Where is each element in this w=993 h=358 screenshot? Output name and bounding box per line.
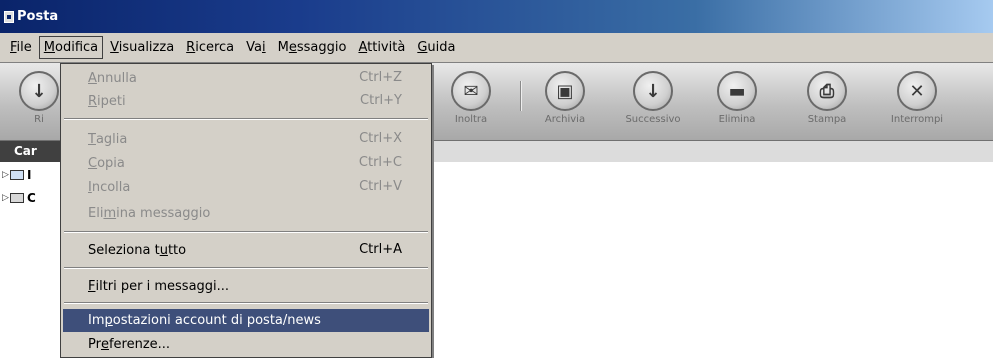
local-folders-icon	[10, 193, 24, 203]
shortcut-label: Ctrl+C	[358, 155, 402, 170]
menu-ricerca[interactable]: Ricerca	[181, 36, 239, 59]
menu-item-copia[interactable]: Copia Ctrl+C	[63, 153, 429, 173]
app-icon	[4, 10, 14, 23]
menu-item-taglia[interactable]: Taglia Ctrl+X	[63, 129, 429, 149]
folder-tree-item-mail-account[interactable]: ▷ I	[2, 168, 31, 182]
folder-label: I	[27, 168, 32, 182]
expand-arrow-icon[interactable]: ▷	[2, 193, 9, 203]
toolbar-inoltra-button[interactable]: ✉ Inoltra	[434, 67, 508, 137]
archive-icon: ▣	[545, 71, 585, 111]
menu-file[interactable]: File	[5, 36, 37, 59]
shortcut-label: Ctrl+Z	[359, 70, 402, 85]
shortcut-label: Ctrl+Y	[360, 93, 402, 108]
menu-separator	[64, 302, 428, 304]
menu-guida[interactable]: Guida	[412, 36, 460, 59]
shortcut-label: Ctrl+X	[359, 131, 402, 146]
menu-messaggio[interactable]: Messaggio	[273, 36, 352, 59]
menu-item-annulla[interactable]: Annulla Ctrl+Z	[63, 68, 429, 88]
menu-item-seleziona-tutto[interactable]: Seleziona t u tto Ctrl+A	[63, 240, 429, 260]
menu-item-impostazioni-account[interactable]: Im p ostazioni account di posta/news	[63, 309, 429, 332]
menu-modifica[interactable]: Modifica	[38, 36, 104, 59]
shortcut-label: Ctrl+V	[359, 179, 402, 194]
window-title-bar[interactable]: Posta	[0, 0, 993, 33]
toolbar-separator	[520, 81, 522, 111]
folder-label: C	[27, 191, 36, 205]
expand-arrow-icon[interactable]: ▷	[2, 170, 9, 180]
menu-item-elimina-messaggio[interactable]: Eli m ina messaggio	[63, 203, 429, 223]
menu-separator	[64, 231, 428, 233]
menu-bar: File Modifica Visualizza Ricerca Vai Mes…	[0, 33, 993, 63]
menu-separator	[64, 267, 428, 269]
stop-icon: ✕	[897, 71, 937, 111]
menu-attivita[interactable]: Attività	[353, 36, 410, 59]
toolbar-successivo-button[interactable]: ↓ Successivo	[616, 67, 690, 137]
menu-vai[interactable]: Vai	[241, 36, 270, 59]
message-pane-header	[432, 141, 993, 162]
next-icon: ↓	[633, 71, 673, 111]
folder-tree-item-local-folders[interactable]: ▷ C	[2, 191, 36, 205]
menu-visualizza[interactable]: Visualizza	[105, 36, 179, 59]
menu-item-ripeti[interactable]: Ripeti Ctrl+Y	[63, 91, 429, 111]
modifica-dropdown-menu: Annulla Ctrl+Z Ripeti Ctrl+Y Taglia Ctrl…	[60, 63, 432, 358]
toolbar-stampa-button[interactable]: ⎙ Stampa	[790, 67, 864, 137]
menu-item-filtri-messaggi[interactable]: Filtri per i messaggi...	[63, 276, 429, 296]
delete-icon: ▬	[717, 71, 757, 111]
forward-icon: ✉	[451, 71, 491, 111]
mail-account-icon	[10, 170, 24, 180]
window-title: Posta	[17, 9, 59, 24]
menu-item-incolla[interactable]: Incolla Ctrl+V	[63, 177, 429, 197]
toolbar-elimina-button[interactable]: ▬ Elimina	[700, 67, 774, 137]
menu-item-preferenze[interactable]: Pr e ferenze...	[63, 334, 429, 354]
menu-separator	[64, 118, 428, 120]
toolbar-archivia-button[interactable]: ▣ Archivia	[528, 67, 602, 137]
toolbar-interrompi-button[interactable]: ✕ Interrompi	[880, 67, 954, 137]
folder-pane-title: Car	[0, 141, 60, 162]
receive-icon: ↓	[19, 71, 59, 111]
shortcut-label: Ctrl+A	[359, 242, 402, 257]
print-icon: ⎙	[807, 71, 847, 111]
